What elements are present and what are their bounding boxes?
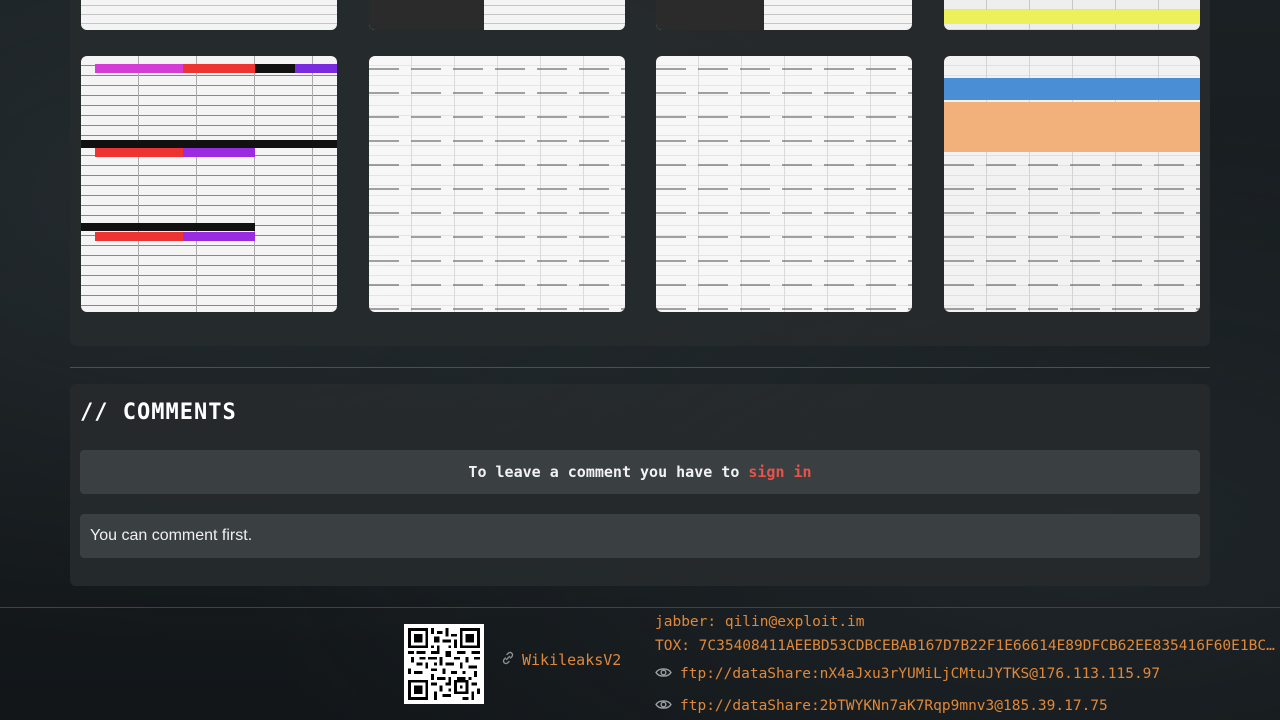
ftp-link[interactable]: ftp://dataShare:nX4aJxu3rYUMiLjCMtuJYTKS… bbox=[680, 666, 1160, 682]
signin-prompt-text: To leave a comment you have to bbox=[468, 463, 740, 481]
footer-divider bbox=[0, 607, 1280, 608]
gallery-thumbnail[interactable] bbox=[81, 0, 337, 30]
wikileaks-label: WikileaksV2 bbox=[522, 651, 622, 669]
ftp-link[interactable]: ftp://dataShare:2bTWYKNn7aK7Rqp9mnv3@185… bbox=[680, 698, 1108, 714]
eye-icon bbox=[655, 696, 672, 717]
gallery-thumbnail[interactable] bbox=[656, 56, 912, 312]
jabber-contact: jabber: qilin@exploit.im bbox=[655, 614, 865, 630]
qr-code-image bbox=[404, 624, 484, 704]
link-icon bbox=[500, 650, 516, 670]
signin-link[interactable]: sign in bbox=[748, 463, 811, 481]
section-divider bbox=[70, 367, 1210, 368]
gallery-thumbnail[interactable] bbox=[369, 56, 625, 312]
ftp-link-row[interactable]: ftp://dataShare:2bTWYKNn7aK7Rqp9mnv3@185… bbox=[655, 690, 1275, 720]
gallery-thumbnail[interactable] bbox=[369, 0, 625, 30]
gallery-thumbnail[interactable] bbox=[944, 56, 1200, 312]
contact-info: jabber: qilin@exploit.im TOX: 7C35408411… bbox=[655, 610, 1275, 720]
wikileaks-link[interactable]: WikileaksV2 bbox=[500, 650, 621, 670]
signin-prompt-box: To leave a comment you have to sign in bbox=[80, 450, 1200, 494]
tox-contact: TOX: 7C35408411AEEBD53CDBCEBAB167D7B22F1… bbox=[655, 638, 1275, 654]
comments-section: // COMMENTS To leave a comment you have … bbox=[70, 384, 1210, 586]
gallery-thumbnail[interactable] bbox=[81, 56, 337, 312]
eye-icon bbox=[655, 664, 672, 685]
empty-comments-box: You can comment first. bbox=[80, 514, 1200, 558]
empty-comments-text: You can comment first. bbox=[90, 527, 253, 544]
ftp-link-row[interactable]: ftp://dataShare:nX4aJxu3rYUMiLjCMtuJYTKS… bbox=[655, 658, 1275, 690]
gallery-thumbnail[interactable] bbox=[944, 0, 1200, 30]
comments-title: // COMMENTS bbox=[80, 400, 237, 425]
gallery-thumbnail[interactable] bbox=[656, 0, 912, 30]
gallery-panel bbox=[70, 0, 1210, 346]
